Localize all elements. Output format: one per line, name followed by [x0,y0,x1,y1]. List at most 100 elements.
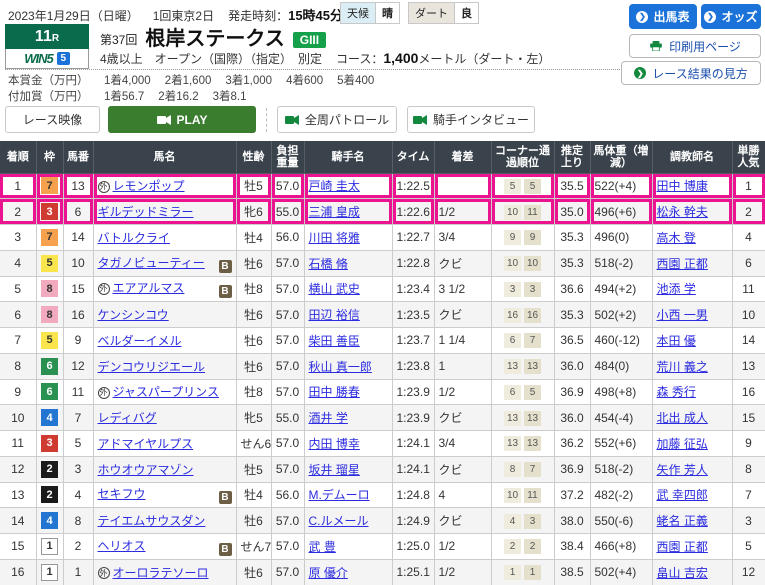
horse-link[interactable]: テイエムサウスダン [98,514,206,528]
horse-link[interactable]: ギルデッドミラー [98,205,194,219]
weather-value: 晴 [376,3,399,23]
horse-name-cell: バトルクライ [93,225,236,251]
jockey-link[interactable]: 田中 勝春 [309,385,360,399]
horse-link[interactable]: バトルクライ [98,231,170,245]
trainer-link[interactable]: 矢作 芳人 [657,463,708,477]
rank-cell: 10 [0,405,36,431]
last-3f-cell: 36.2 [554,431,590,457]
jockey-link[interactable]: 川田 将雅 [309,231,360,245]
last-3f-cell: 38.5 [554,559,590,585]
jockey-interview-button[interactable]: 騎手インタビュー [407,106,535,133]
rank-cell: 3 [0,225,36,251]
entries-button[interactable]: ❯出馬表 [629,4,697,29]
race-video-button[interactable]: レース映像 [5,106,100,133]
jockey-link[interactable]: 秋山 真一郎 [309,360,372,374]
jockey-link[interactable]: 横山 武史 [309,282,360,296]
horse-link[interactable]: ヘリオス [98,539,146,553]
jockey-cell: M.デムーロ [304,482,392,508]
horse-name-cell: 外オーロラテソーロ [93,559,236,585]
corner-order-cell: 55 [491,173,554,199]
play-button[interactable]: PLAY [108,106,256,133]
horse-link[interactable]: アドマイヤルプス [98,437,194,451]
carried-weight-cell: 57.0 [271,456,304,482]
trainer-link[interactable]: 北出 成人 [657,411,708,425]
horse-name-cell: Bセキフウ [93,482,236,508]
time-cell: 1:22.8 [392,250,434,276]
sex-age-cell: 牡4 [236,482,271,508]
last-3f-cell: 35.3 [554,302,590,328]
trainer-link[interactable]: 西園 正都 [657,257,708,271]
trainer-link[interactable]: 荒川 義之 [657,360,708,374]
horse-link[interactable]: セキフウ [98,487,146,501]
trainer-link[interactable]: 武 幸四郎 [657,488,708,502]
column-header: 枠 [36,141,63,173]
horse-link[interactable]: デンコウリジエール [98,360,206,374]
jockey-link[interactable]: 戸崎 圭太 [309,179,360,193]
horse-link[interactable]: ケンシンコウ [98,308,169,322]
patrol-video-button[interactable]: 全周パトロール [277,106,397,133]
video-camera-icon [157,115,171,125]
trainer-link[interactable]: 畠山 吉宏 [657,566,708,580]
trainer-link[interactable]: 西園 正都 [657,540,708,554]
table-row: 15 1 2 Bヘリオス せん7 57.0 武 豊 1:25.0 1/2 22 … [0,534,765,560]
jockey-link[interactable]: C.ルメール [309,514,369,528]
trainer-link[interactable]: 高木 登 [657,231,696,245]
trainer-link[interactable]: 蛯名 正義 [657,514,708,528]
last-3f-cell: 36.0 [554,405,590,431]
horse-name-cell: 外レモンポップ [93,173,236,199]
horse-link[interactable]: レディバグ [98,411,157,425]
body-weight-cell: 460(-12) [590,328,652,354]
jockey-link[interactable]: 内田 博幸 [309,437,360,451]
jockey-cell: 田辺 裕信 [304,302,392,328]
trainer-link[interactable]: 小西 一男 [657,308,708,322]
result-guide-button[interactable]: ❯レース結果の見方 [621,61,761,85]
prize-rank-label: 4着 [286,75,304,87]
race-date: 2023年1月29日（日曜） [8,9,139,23]
jockey-link[interactable]: 石橋 脩 [309,257,348,271]
frame-badge: 3 [41,203,58,220]
trainer-link[interactable]: 松永 幹夫 [657,205,708,219]
horse-link[interactable]: タガノビューティー [98,256,205,270]
corner-3-box: 10 [504,256,521,271]
race-conditions: 4歳以上 オープン（国際）（指定） 別定コース：1,400メートル（ダート・左） [100,50,550,67]
column-header: 調教師名 [652,141,732,173]
jockey-link[interactable]: M.デムーロ [309,488,370,502]
jockey-cell: 酒井 学 [304,405,392,431]
jockey-link[interactable]: 酒井 学 [309,411,348,425]
arrow-circle-icon: ❯ [634,67,646,79]
jockey-link[interactable]: 坂井 瑠星 [309,463,360,477]
jockey-link[interactable]: 原 優介 [309,566,348,580]
trainer-link[interactable]: 加藤 征弘 [657,437,708,451]
trainer-link[interactable]: 池添 学 [657,282,696,296]
horse-link[interactable]: レモンポップ [113,179,185,193]
results-table: 着順枠馬番馬名性齢負担重量騎手名タイム着差コーナー通過順位推定上り馬体重（増減）… [0,141,765,585]
jockey-cell: 秋山 真一郎 [304,353,392,379]
jockey-link[interactable]: 柴田 善臣 [309,334,360,348]
race-result-page: 2023年1月29日（日曜）1回東京2日発走時刻：15時45分 天候晴 ダート良… [0,0,765,585]
trainer-link[interactable]: 本田 優 [657,334,696,348]
margin-cell: クビ [434,456,491,482]
jockey-link[interactable]: 田辺 裕信 [309,308,360,322]
horse-link[interactable]: オーロラテソーロ [113,566,209,580]
jockey-link[interactable]: 三浦 皇成 [309,205,360,219]
horse-link[interactable]: ベルダーイメル [98,334,182,348]
body-weight-cell: 502(+4) [590,559,652,585]
corner-4-box: 10 [524,256,541,271]
popularity-cell: 7 [732,482,765,508]
sex-age-cell: 牝6 [236,199,271,225]
table-row: 16 1 1 外オーロラテソーロ 牡6 57.0 原 優介 1:25.1 1/2… [0,559,765,585]
corner-order-cell: 33 [491,276,554,302]
odds-button[interactable]: ❯オッズ [701,4,761,29]
trainer-link[interactable]: 森 秀行 [657,385,696,399]
last-3f-cell: 38.4 [554,534,590,560]
body-weight-cell: 518(-2) [590,456,652,482]
horse-link[interactable]: ジャスパープリンス [113,385,219,399]
horse-name-cell: Bヘリオス [93,534,236,560]
horse-link[interactable]: ホウオウアマゾン [98,463,194,477]
horse-link[interactable]: エアアルマス [113,281,185,295]
rank-cell: 8 [0,353,36,379]
print-button[interactable]: 印刷用ページ [629,34,761,58]
jockey-link[interactable]: 武 豊 [309,540,336,554]
margin-cell: 3 1/2 [434,276,491,302]
trainer-link[interactable]: 田中 博康 [657,179,708,193]
